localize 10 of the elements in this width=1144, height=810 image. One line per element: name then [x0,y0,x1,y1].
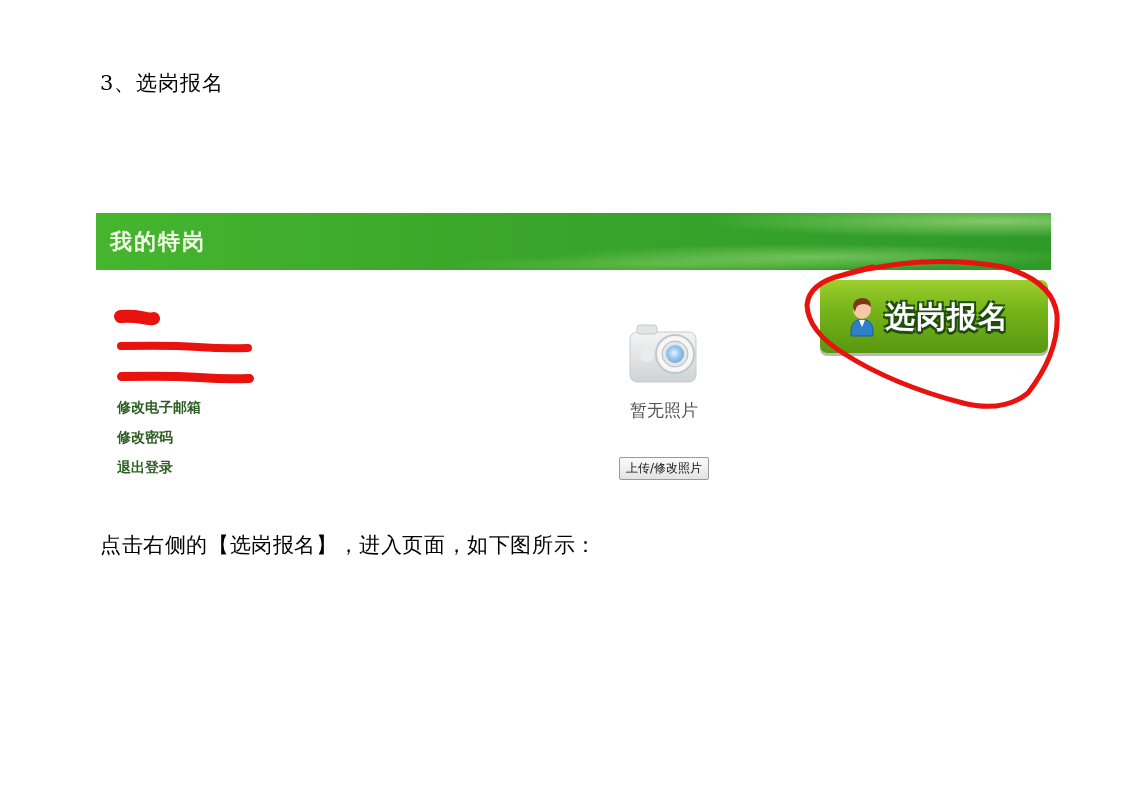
account-link[interactable]: 修改电子邮箱 [117,392,201,422]
no-photo-text: 暂无照片 [630,399,698,422]
header-title: 我的特岗 [110,227,206,256]
account-link[interactable]: 修改密码 [117,422,173,452]
instruction-text: 点击右侧的【选岗报名】，进入页面，如下图所示： [100,532,598,559]
person-icon [849,295,875,338]
upload-photo-button[interactable]: 上传/修改照片 [618,457,709,480]
camera-icon [629,323,699,383]
section-heading: 3、选岗报名 [100,70,226,97]
account-link[interactable]: 退出登录 [117,452,173,482]
